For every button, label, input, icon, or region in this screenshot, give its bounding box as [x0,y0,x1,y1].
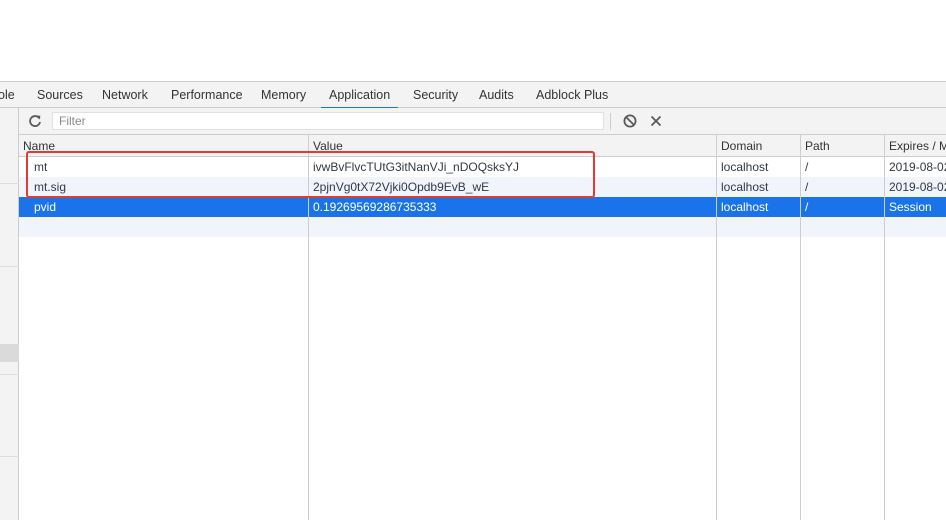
column-header-value[interactable]: Value [313,135,713,156]
tab-memory[interactable]: Memory [261,82,306,108]
delete-icon[interactable] [648,113,664,129]
tab-performance[interactable]: Performance [171,82,243,108]
sidebar-divider [0,266,19,267]
tab-audits[interactable]: Audits [479,82,514,108]
cookie-name: mt.sig [34,180,67,194]
table-row-selected[interactable]: pvid 0.19269569286735333 localhost / Ses… [19,197,946,217]
cookies-table: Name Value Domain Path Expires / M mt iv… [19,135,946,520]
table-header: Name Value Domain Path Expires / M [19,135,946,157]
cookie-path: / [805,180,809,194]
empty-table-row [19,217,946,237]
toolbar-separator [610,113,611,130]
column-divider[interactable] [884,135,885,520]
cookie-expires: 2019-08-02 [889,180,946,194]
column-header-name[interactable]: Name [23,135,303,156]
devtools-panel: ole Sources Network Performance Memory A… [0,81,946,520]
cookie-name: pvid [34,200,57,214]
tab-sources[interactable]: Sources [37,82,83,108]
sidebar-divider [0,456,19,457]
cookie-path: / [805,160,809,174]
cookie-name: mt [34,160,48,174]
cookie-value: 2pjnVg0tX72Vjki0Opdb9EvB_wE [313,180,490,194]
sidebar-divider [0,374,19,375]
column-divider[interactable] [716,135,717,520]
column-header-expires[interactable]: Expires / M [889,135,946,156]
cookie-path: / [805,200,809,214]
clear-all-icon[interactable] [622,113,638,129]
column-header-path[interactable]: Path [805,135,885,156]
cookie-value: ivwBvFlvcTUtG3itNanVJi_nDOQsksYJ [313,160,520,174]
cookie-expires: 2019-08-02 [889,160,946,174]
application-sidebar [0,108,19,520]
tab-adblock-plus[interactable]: Adblock Plus [536,82,608,108]
table-row[interactable]: mt ivwBvFlvcTUtG3itNanVJi_nDOQsksYJ loca… [19,157,946,177]
column-header-domain[interactable]: Domain [721,135,799,156]
table-row[interactable]: mt.sig 2pjnVg0tX72Vjki0Opdb9EvB_wE local… [19,177,946,197]
cookies-toolbar [19,108,946,135]
page-content-area [0,0,946,81]
sidebar-selected-item[interactable] [0,344,19,362]
cookie-domain: localhost [721,180,769,194]
column-divider[interactable] [800,135,801,520]
refresh-icon[interactable] [27,113,43,129]
tab-console[interactable]: ole [0,82,15,108]
filter-input[interactable] [52,112,604,130]
sidebar-divider [0,183,19,184]
cookie-value: 0.19269569286735333 [313,200,437,214]
column-divider[interactable] [308,135,309,520]
tab-application[interactable]: Application [320,82,399,109]
devtools-tab-bar: ole Sources Network Performance Memory A… [0,81,946,109]
cookie-expires: Session [889,200,932,214]
tab-security[interactable]: Security [413,82,458,108]
cookie-domain: localhost [721,200,769,214]
tab-network[interactable]: Network [102,82,148,108]
cookie-domain: localhost [721,160,769,174]
